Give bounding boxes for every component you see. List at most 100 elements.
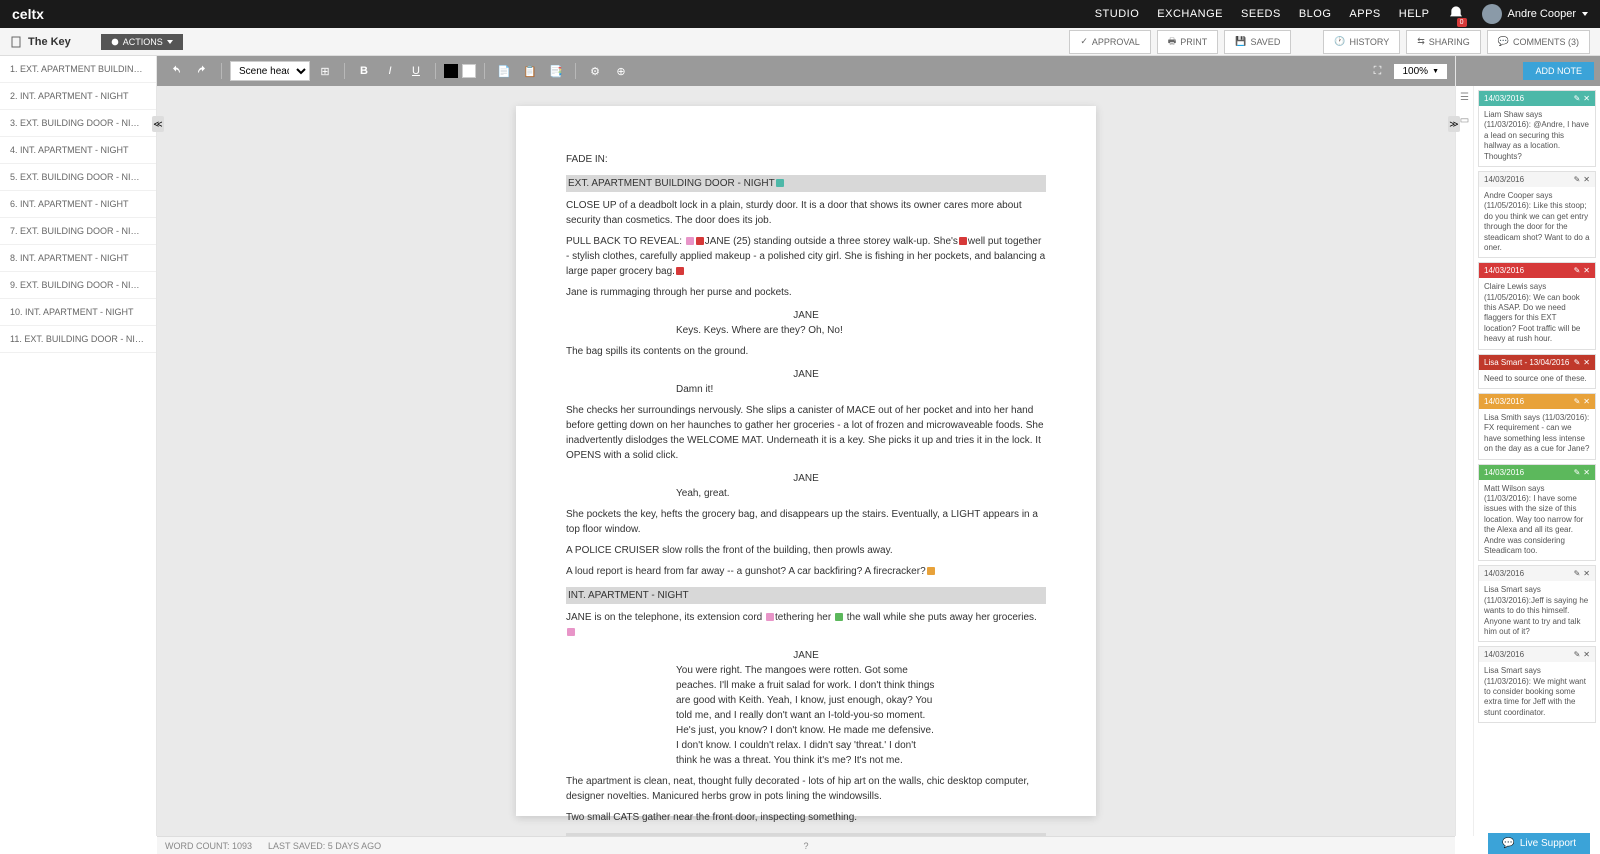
edit-note-icon[interactable]: ✎ [1574,569,1581,578]
action-text[interactable]: JANE is on the telephone, its extension … [566,610,1046,640]
italic-button[interactable]: I [379,60,401,82]
edit-note-icon[interactable]: ✎ [1574,468,1581,477]
note-card[interactable]: 14/03/2016✎✕Lisa Smith says (11/03/2016)… [1478,393,1596,460]
dialogue[interactable]: Damn it! [676,382,936,397]
nav-blog[interactable]: BLOG [1299,8,1332,20]
note-marker-icon[interactable] [776,179,784,187]
note-card[interactable]: 14/03/2016✎✕Liam Shaw says (11/03/2016):… [1478,90,1596,167]
delete-note-icon[interactable]: ✕ [1583,358,1590,367]
edit-note-icon[interactable]: ✎ [1574,397,1581,406]
insert-button-2[interactable]: 📋 [519,60,541,82]
note-card[interactable]: 14/03/2016✎✕Andre Cooper says (11/05/201… [1478,171,1596,258]
live-support-button[interactable]: 💬Live Support [1488,833,1590,854]
underline-button[interactable]: U [405,60,427,82]
zoom-select[interactable]: 100%▼ [1394,64,1447,79]
text-color-swatch[interactable] [444,64,458,78]
nav-studio[interactable]: STUDIO [1095,8,1140,20]
action-text[interactable]: A POLICE CRUISER slow rolls the front of… [566,543,1046,558]
character-name[interactable]: JANE [706,367,906,382]
scene-item[interactable]: 3. EXT. BUILDING DOOR - NIGHT [0,110,156,137]
bold-button[interactable]: B [353,60,375,82]
dialogue[interactable]: You were right. The mangoes were rotten.… [676,663,936,768]
character-name[interactable]: JANE [706,308,906,323]
action-text[interactable]: A loud report is heard from far away -- … [566,564,1046,579]
nav-help[interactable]: HELP [1399,8,1430,20]
scene-item[interactable]: 6. INT. APARTMENT - NIGHT [0,191,156,218]
notifications-icon[interactable]: 0 [1448,5,1464,24]
character-name[interactable]: JANE [706,648,906,663]
action-text[interactable]: PULL BACK TO REVEAL: JANE (25) standing … [566,234,1046,279]
note-marker-icon[interactable] [927,567,935,575]
note-marker-icon[interactable] [676,267,684,275]
character-name[interactable]: JANE [706,471,906,486]
note-card[interactable]: 14/03/2016✎✕Lisa Smart says (11/03/2016)… [1478,646,1596,723]
collapse-notes-button[interactable]: ≫ [1448,116,1460,132]
insert-button-1[interactable]: 📄 [493,60,515,82]
delete-note-icon[interactable]: ✕ [1583,650,1590,659]
filter-icon[interactable]: ☰ [1456,86,1473,109]
scene-item[interactable]: 1. EXT. APARTMENT BUILDING DOOR -... [0,56,156,83]
scene-item[interactable]: 9. EXT. BUILDING DOOR - NIGHT [0,272,156,299]
note-card[interactable]: 14/03/2016✎✕Lisa Smart says (11/03/2016)… [1478,565,1596,642]
edit-note-icon[interactable]: ✎ [1574,266,1581,275]
edit-note-icon[interactable]: ✎ [1574,358,1581,367]
note-card[interactable]: 14/03/2016✎✕Claire Lewis says (11/05/201… [1478,262,1596,349]
insert-button-3[interactable]: 📑 [545,60,567,82]
history-button[interactable]: 🕐HISTORY [1323,30,1400,54]
format-button[interactable]: ⊞ [314,60,336,82]
collapse-sidebar-button[interactable]: ≪ [152,116,164,132]
note-marker-icon[interactable] [567,628,575,636]
scene-item[interactable]: 2. INT. APARTMENT - NIGHT [0,83,156,110]
edit-note-icon[interactable]: ✎ [1574,94,1581,103]
action-text[interactable]: Two small CATS gather near the front doo… [566,810,1046,825]
transition[interactable]: FADE IN: [566,152,1046,167]
status-help[interactable]: ? [803,841,808,851]
actions-button[interactable]: ACTIONS [101,34,183,50]
scene-heading[interactable]: EXT. APARTMENT BUILDING DOOR - NIGHT [566,175,1046,192]
approval-button[interactable]: ✓APPROVAL [1069,30,1150,54]
scene-item[interactable]: 4. INT. APARTMENT - NIGHT [0,137,156,164]
saved-button[interactable]: 💾SAVED [1224,30,1291,54]
delete-note-icon[interactable]: ✕ [1583,397,1590,406]
note-marker-icon[interactable] [766,613,774,621]
delete-note-icon[interactable]: ✕ [1583,175,1590,184]
delete-note-icon[interactable]: ✕ [1583,266,1590,275]
note-marker-icon[interactable] [835,613,843,621]
action-text[interactable]: The bag spills its contents on the groun… [566,344,1046,359]
scene-item[interactable]: 5. EXT. BUILDING DOOR - NIGHT [0,164,156,191]
action-text[interactable]: She pockets the key, hefts the grocery b… [566,507,1046,537]
fullscreen-button[interactable]: ⛶ [1366,60,1388,82]
action-text[interactable]: The apartment is clean, neat, thought fu… [566,774,1046,804]
page-scroll[interactable]: FADE IN: EXT. APARTMENT BUILDING DOOR - … [157,86,1455,836]
note-marker-icon[interactable] [686,237,694,245]
note-marker-icon[interactable] [696,237,704,245]
undo-button[interactable] [165,60,187,82]
action-text[interactable]: She checks her surroundings nervously. S… [566,403,1046,463]
dialogue[interactable]: Keys. Keys. Where are they? Oh, No! [676,323,936,338]
delete-note-icon[interactable]: ✕ [1583,94,1590,103]
edit-note-icon[interactable]: ✎ [1574,175,1581,184]
tool-button-1[interactable]: ⚙ [584,60,606,82]
scene-item[interactable]: 11. EXT. BUILDING DOOR - NIGHT [0,326,156,353]
scene-item[interactable]: 7. EXT. BUILDING DOOR - NIGHT [0,218,156,245]
user-menu[interactable]: Andre Cooper [1482,4,1589,24]
action-text[interactable]: CLOSE UP of a deadbolt lock in a plain, … [566,198,1046,228]
redo-button[interactable] [191,60,213,82]
comments-button[interactable]: 💬COMMENTS (3) [1487,30,1590,54]
add-note-button[interactable]: ADD NOTE [1523,62,1594,80]
scene-item[interactable]: 10. INT. APARTMENT - NIGHT [0,299,156,326]
dialogue[interactable]: Yeah, great. [676,486,936,501]
note-marker-icon[interactable] [959,237,967,245]
bg-color-swatch[interactable] [462,64,476,78]
format-select[interactable]: Scene heading [230,61,310,81]
tool-button-2[interactable]: ⊕ [610,60,632,82]
delete-note-icon[interactable]: ✕ [1583,468,1590,477]
script-page[interactable]: FADE IN: EXT. APARTMENT BUILDING DOOR - … [516,106,1096,816]
note-card[interactable]: 14/03/2016✎✕Matt Wilson says (11/03/2016… [1478,464,1596,562]
scene-item[interactable]: 8. INT. APARTMENT - NIGHT [0,245,156,272]
nav-apps[interactable]: APPS [1349,8,1380,20]
scene-heading[interactable]: INT. APARTMENT - NIGHT [566,587,1046,604]
edit-note-icon[interactable]: ✎ [1574,650,1581,659]
sharing-button[interactable]: ⇆SHARING [1406,30,1481,54]
action-text[interactable]: Jane is rummaging through her purse and … [566,285,1046,300]
